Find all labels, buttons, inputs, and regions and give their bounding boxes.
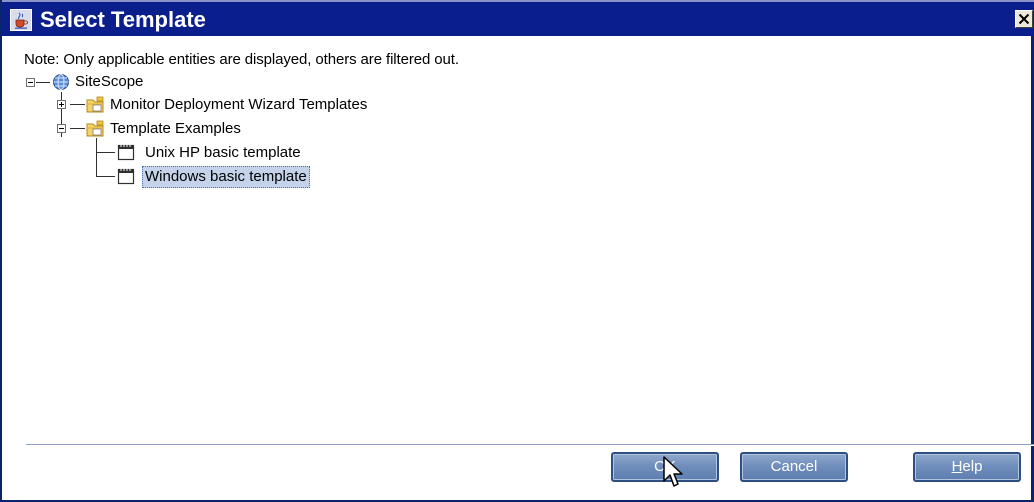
- folder-icon: [86, 120, 104, 137]
- folder-icon: [86, 96, 104, 113]
- ok-button[interactable]: OK: [611, 452, 719, 482]
- title-bar[interactable]: Select Template: [2, 0, 1034, 36]
- dialog-title: Select Template: [40, 7, 206, 32]
- close-icon[interactable]: [1015, 10, 1033, 28]
- filter-note: Note: Only applicable entities are displ…: [24, 51, 459, 68]
- help-button[interactable]: Help: [913, 452, 1021, 482]
- button-bar: OK Cancel Help: [14, 436, 1034, 500]
- expand-folder-icon[interactable]: [57, 100, 66, 109]
- java-cup-icon: [10, 9, 32, 31]
- tree-node-sitescope[interactable]: SiteScope: [75, 73, 143, 91]
- tree-node-template-examples[interactable]: Template Examples: [110, 120, 241, 138]
- collapse-folder-icon[interactable]: [57, 124, 66, 133]
- tree-connector: [36, 82, 50, 83]
- select-template-dialog: Select Template Note: Only applicable en…: [0, 0, 1034, 502]
- tree-connector: [96, 152, 115, 153]
- template-icon: [117, 168, 135, 185]
- globe-icon: [53, 74, 69, 90]
- separator: [26, 444, 1034, 446]
- tree-connector: [96, 176, 115, 177]
- tree-node-unix-hp-basic-template[interactable]: Unix HP basic template: [145, 144, 301, 162]
- tree-connector: [70, 104, 85, 105]
- tree-node-windows-basic-template[interactable]: Windows basic template: [142, 166, 310, 188]
- help-mnemonic: H: [951, 458, 963, 475]
- tree-node-monitor-deployment-wizard-templates[interactable]: Monitor Deployment Wizard Templates: [110, 96, 367, 114]
- help-label: elp: [962, 458, 983, 475]
- tree-connector: [70, 128, 85, 129]
- template-icon: [117, 144, 135, 161]
- tree-panel: Note: Only applicable entities are displ…: [14, 36, 1030, 436]
- cancel-button[interactable]: Cancel: [740, 452, 848, 482]
- collapse-sitescope-icon[interactable]: [26, 78, 35, 87]
- tree-connector: [96, 138, 97, 177]
